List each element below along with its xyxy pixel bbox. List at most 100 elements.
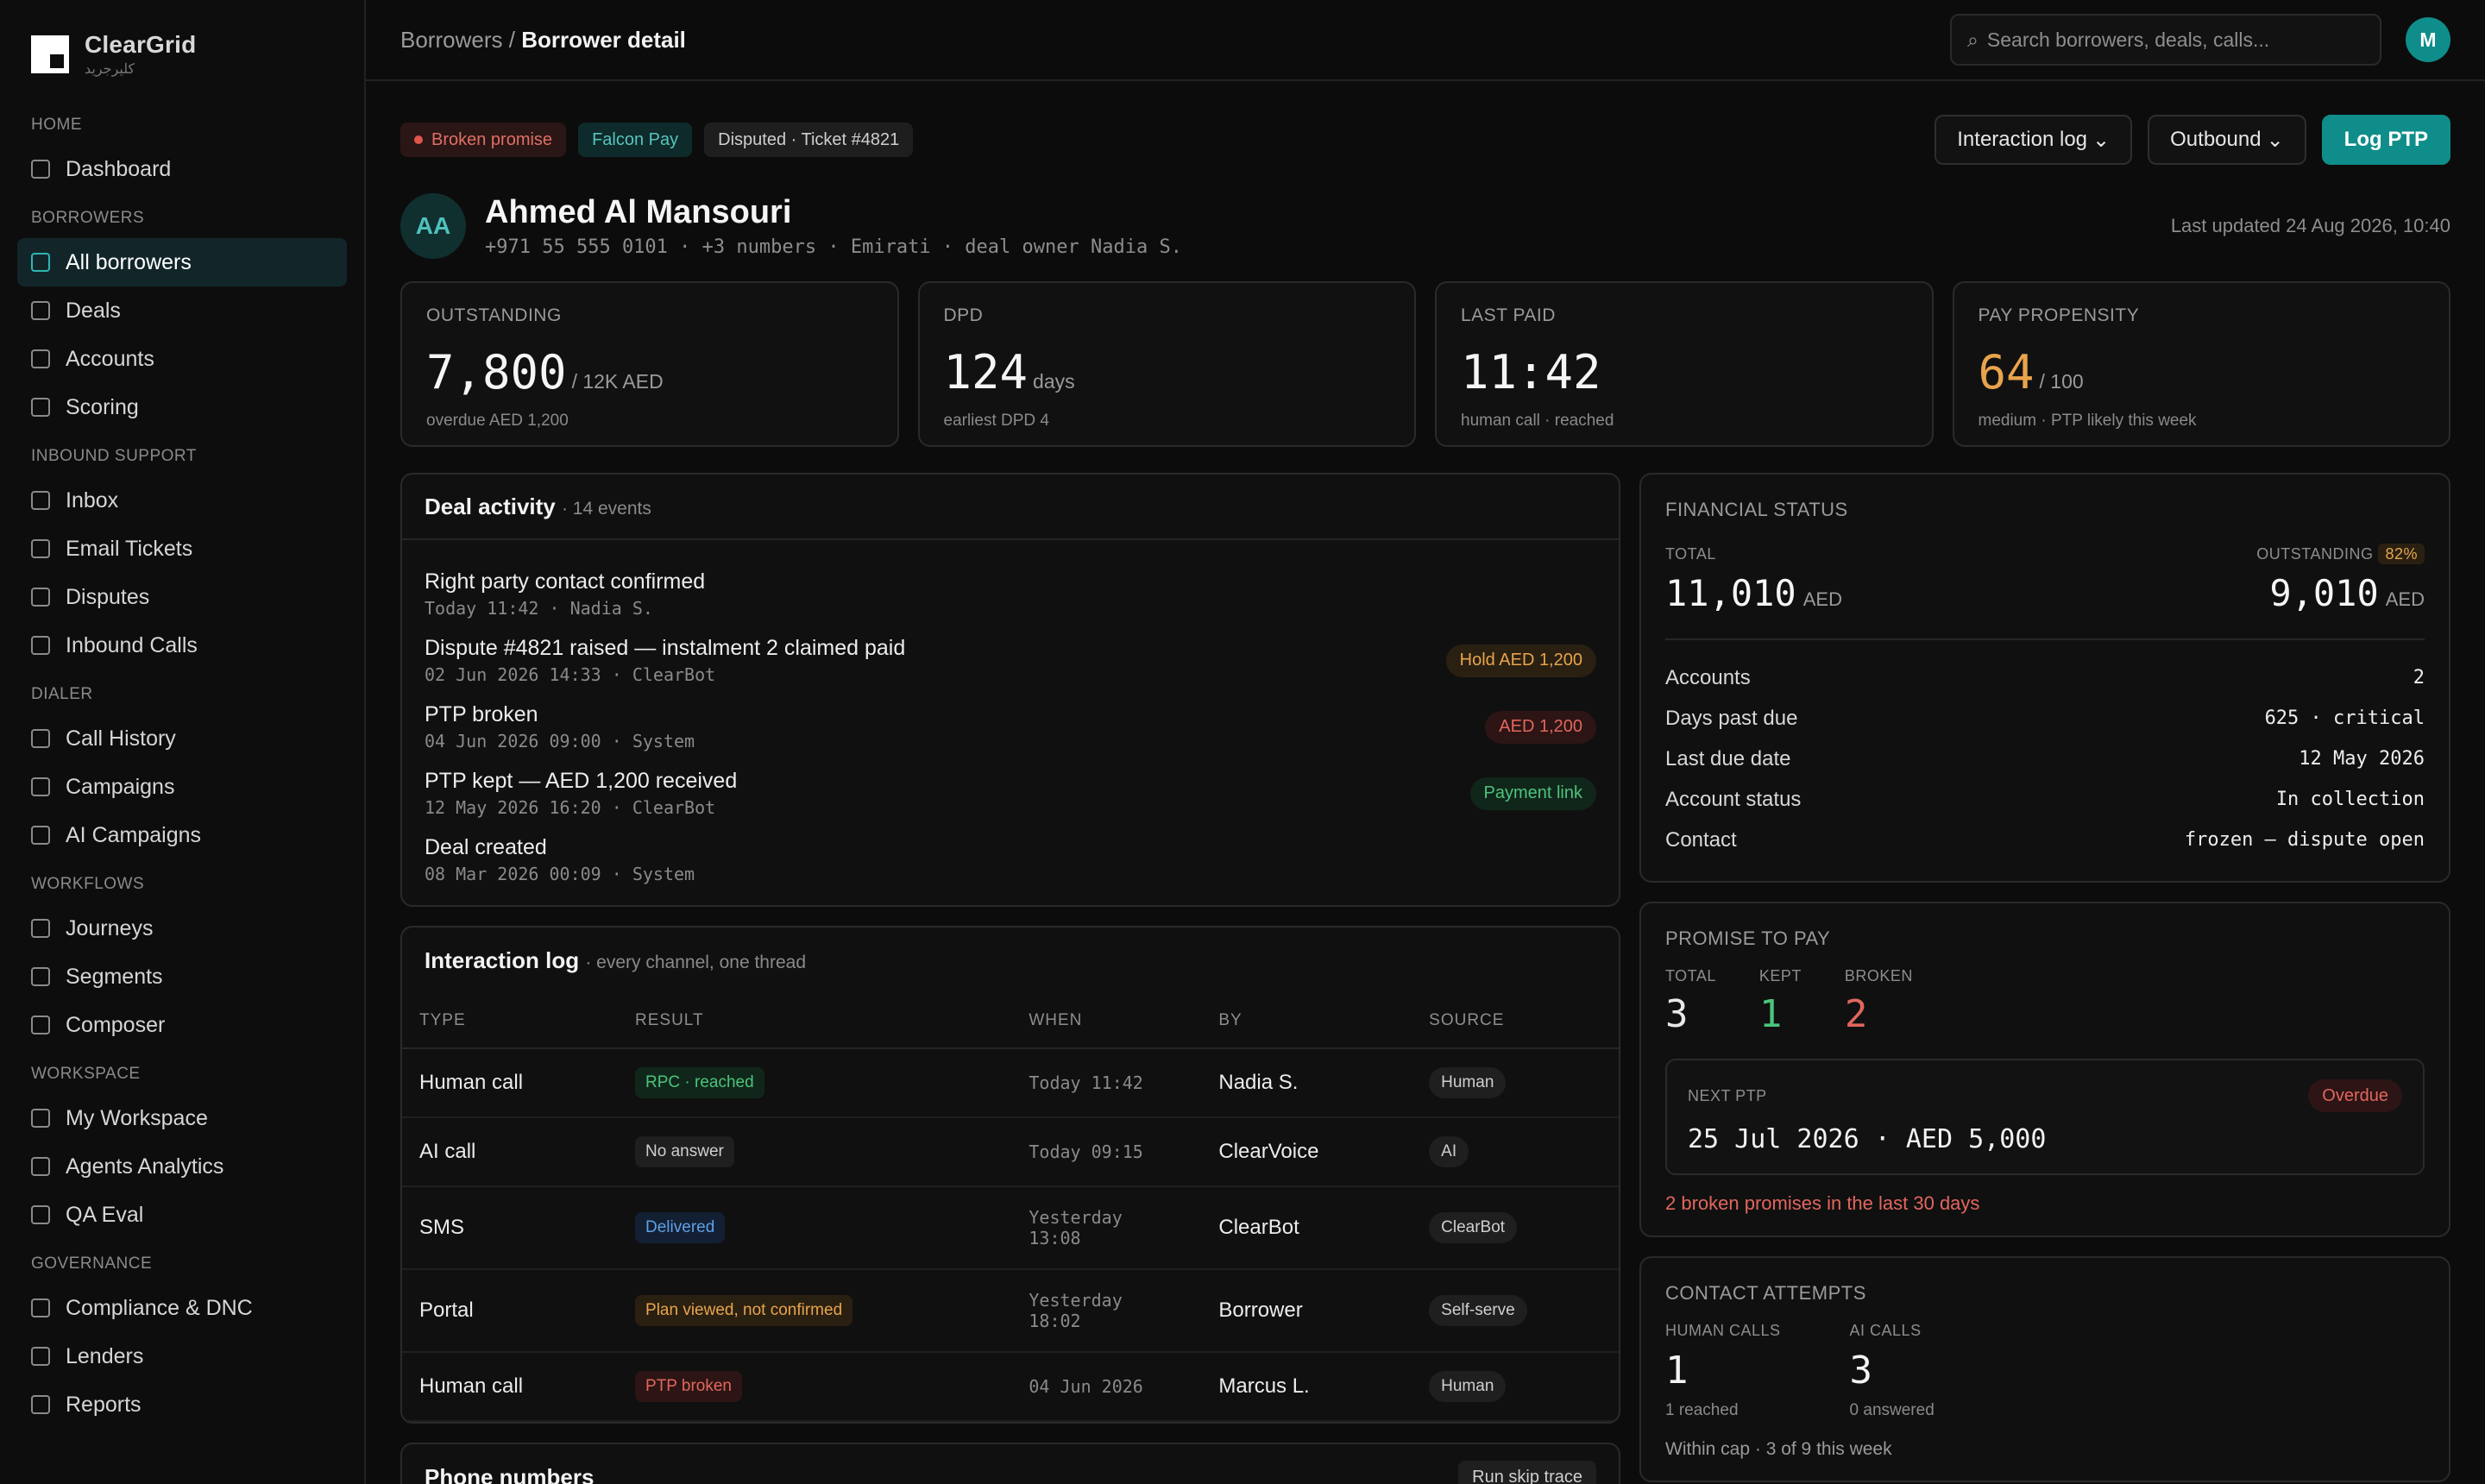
cell-source: Human — [1412, 1048, 1619, 1118]
sidebar-item-label: Inbound Calls — [66, 632, 198, 657]
outstanding-percent-badge: 82% — [2378, 544, 2425, 564]
stat-cards: OUTSTANDING 7,800/ 12K AED overdue AED 1… — [400, 281, 2450, 447]
outbound-dropdown[interactable]: Outbound ⌄ — [2148, 115, 2306, 165]
ptp-kept-label: KEPT — [1758, 967, 1802, 984]
column-header-source: SOURCE — [1412, 993, 1619, 1049]
stat-value: 11:42 — [1461, 345, 1601, 399]
sidebar-item-deals[interactable]: Deals — [17, 286, 347, 335]
activity-event[interactable]: Right party contact confirmed Today 11:42… — [425, 561, 1596, 627]
sidebar-item-all-borrowers[interactable]: All borrowers — [17, 238, 347, 286]
sidebar-item-qa-eval[interactable]: QA Eval — [17, 1191, 347, 1239]
stat-unit: / 100 — [2039, 370, 2084, 393]
checkbox-icon — [31, 253, 50, 272]
table-row[interactable]: Portal Plan viewed, not confirmed Yester… — [402, 1269, 1619, 1353]
next-ptp-box: NEXT PTP Overdue 25 Jul 2026 · AED 5,000 — [1665, 1059, 2425, 1175]
sidebar-item-reports[interactable]: Reports — [17, 1380, 347, 1429]
sidebar-item-label: My Workspace — [66, 1105, 208, 1130]
sidebar-item-label: Email Tickets — [66, 536, 193, 561]
checkbox-icon — [31, 160, 50, 179]
dispute-badge[interactable]: Disputed · Ticket #4821 — [704, 123, 914, 157]
event-title: PTP kept — AED 1,200 received — [425, 769, 738, 793]
cell-source: AI — [1412, 1117, 1619, 1187]
table-row[interactable]: SMS Delivered Yesterday 13:08 ClearBot C… — [402, 1186, 1619, 1270]
table-row[interactable]: Human call PTP broken 04 Jun 2026 Marcus… — [402, 1352, 1619, 1422]
cell-when: 04 Jun 2026 — [1011, 1352, 1202, 1422]
stat-value: 64 — [1978, 345, 2035, 399]
sidebar-item-ai-campaigns[interactable]: AI Campaigns — [17, 811, 347, 859]
sidebar-item-label: Composer — [66, 1012, 166, 1037]
brand: ClearGrid كليرجريد — [17, 31, 347, 78]
activity-event[interactable]: Deal created 08 Mar 2026 00:09 · System — [425, 827, 1596, 893]
cell-result: No answer — [618, 1117, 1012, 1187]
outstanding-label: OUTSTANDING — [2256, 545, 2374, 563]
sidebar-item-call-history[interactable]: Call History — [17, 714, 347, 763]
column-header-by: BY — [1201, 993, 1412, 1049]
human-calls-sub: 1 reached — [1665, 1401, 1739, 1419]
cell-result: RPC · reached — [618, 1048, 1012, 1118]
stat-subtext: human call · reached — [1461, 412, 1614, 430]
card-title: CONTACT ATTEMPTS — [1665, 1282, 1866, 1304]
sidebar-item-scoring[interactable]: Scoring — [17, 383, 347, 431]
borrower-name: Ahmed Al Mansouri — [485, 194, 792, 230]
sidebar-item-label: Inbox — [66, 487, 119, 512]
sidebar-item-campaigns[interactable]: Campaigns — [17, 763, 347, 811]
result-badge: No answer — [635, 1136, 734, 1167]
user-avatar[interactable]: M — [2406, 17, 2450, 62]
sidebar-item-inbox[interactable]: Inbox — [17, 476, 347, 525]
stat-label: PAY PROPENSITY — [1978, 305, 2140, 325]
card-subtitle: · every channel, one thread — [585, 952, 807, 972]
sidebar-item-disputes[interactable]: Disputes — [17, 573, 347, 621]
breadcrumb-parent[interactable]: Borrowers — [400, 27, 502, 53]
activity-event[interactable]: PTP broken 04 Jun 2026 09:00 · System AED … — [425, 694, 1596, 760]
topbar: Borrowers / Borrower detail ⌕ Search bor… — [366, 0, 2485, 81]
activity-event[interactable]: PTP kept — AED 1,200 received 12 May 2026… — [425, 760, 1596, 827]
sidebar-item-label: Reports — [66, 1392, 142, 1417]
next-ptp-label: NEXT PTP — [1688, 1086, 1767, 1104]
sidebar-item-email-tickets[interactable]: Email Tickets — [17, 525, 347, 573]
result-badge: Delivered — [635, 1212, 726, 1243]
sidebar-item-label: Campaigns — [66, 774, 175, 799]
dot-icon — [414, 135, 423, 144]
sidebar-item-accounts[interactable]: Accounts — [17, 335, 347, 383]
row-value: 625 · critical — [2264, 707, 2425, 729]
interaction-log-dropdown[interactable]: Interaction log ⌄ — [1935, 115, 2133, 165]
event-badge: Hold AED 1,200 — [1445, 644, 1596, 677]
sidebar-item-my-workspace[interactable]: My Workspace — [17, 1094, 347, 1142]
page-content: Broken promise Falcon Pay Disputed · Tic… — [366, 81, 2485, 1484]
stat-value: 124 — [943, 345, 1029, 399]
result-badge: RPC · reached — [635, 1067, 764, 1098]
run-skip-trace-button[interactable]: Run skip trace — [1458, 1461, 1596, 1484]
source-badge: ClearBot — [1429, 1212, 1518, 1243]
sidebar-item-journeys[interactable]: Journeys — [17, 904, 347, 953]
search-input[interactable]: ⌕ Search borrowers, deals, calls... — [1950, 14, 2381, 66]
ptp-broken-label: BROKEN — [1844, 967, 1913, 984]
table-row[interactable]: AI call No answer Today 09:15 ClearVoice… — [402, 1117, 1619, 1187]
sidebar-item-inbound-calls[interactable]: Inbound Calls — [17, 621, 347, 670]
sidebar-item-segments[interactable]: Segments — [17, 953, 347, 1001]
ai-calls-label: AI CALLS — [1849, 1322, 1922, 1339]
interaction-table: TYPE RESULT WHEN BY SOURCE Human call RPC · … — [402, 993, 1619, 1422]
event-badge: Payment link — [1469, 777, 1596, 810]
table-row[interactable]: Human call RPC · reached Today 11:42 Nad… — [402, 1048, 1619, 1118]
sidebar-item-lenders[interactable]: Lenders — [17, 1332, 347, 1380]
event-title: Deal created — [425, 835, 547, 859]
stat-card-dpd: DPD 124 days earliest DPD 4 — [917, 281, 1416, 447]
cleargrid-logo-icon — [31, 35, 69, 73]
event-meta: 08 Mar 2026 00:09 · System — [425, 864, 695, 884]
nav-section-title: WORKFLOWS — [31, 875, 145, 893]
currency: AED — [1802, 588, 1842, 610]
sidebar-item-agents-analytics[interactable]: Agents Analytics — [17, 1142, 347, 1191]
activity-event[interactable]: Dispute #4821 raised — instalment 2 clai… — [425, 627, 1596, 694]
cell-result: PTP broken — [618, 1352, 1012, 1422]
sidebar-item-compliance-dnc[interactable]: Compliance & DNC — [17, 1284, 347, 1332]
checkbox-icon — [31, 491, 50, 510]
sidebar-item-dashboard[interactable]: Dashboard — [17, 145, 347, 193]
chevron-down-icon: ⌄ — [2092, 128, 2111, 152]
log-ptp-button[interactable]: Log PTP — [2321, 115, 2450, 165]
stat-unit: days — [1033, 370, 1075, 393]
dropdown-label: Outbound — [2170, 128, 2262, 151]
sidebar-item-composer[interactable]: Composer — [17, 1001, 347, 1049]
cell-when: Yesterday 13:08 — [1011, 1186, 1202, 1270]
search-placeholder: Search borrowers, deals, calls... — [1986, 28, 2270, 51]
human-calls-count: 1 — [1665, 1349, 1689, 1393]
